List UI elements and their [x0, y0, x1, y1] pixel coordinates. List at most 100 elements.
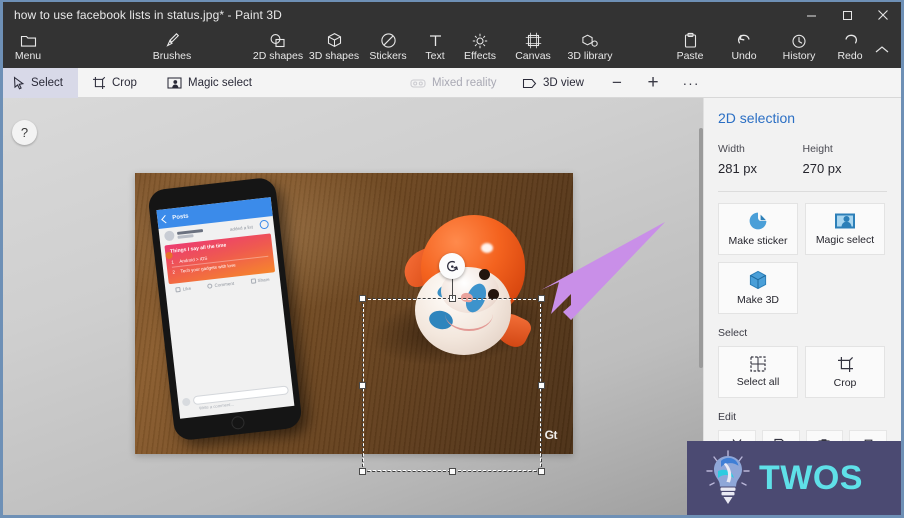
magic-select-button[interactable]: Magic select: [805, 203, 885, 255]
comment-action: Comment: [207, 281, 234, 289]
resize-handle-middle-left[interactable]: [359, 381, 366, 389]
3d-shapes-icon: [326, 31, 343, 50]
close-button[interactable]: [865, 2, 901, 28]
tool-magic-select[interactable]: Magic select: [158, 68, 263, 98]
magic-select-icon: [834, 212, 856, 230]
title-bar: how to use facebook lists in status.jpg*…: [3, 2, 901, 28]
watermark-text: TWOS: [759, 459, 863, 497]
tool-select[interactable]: Select: [3, 68, 78, 98]
window-title: how to use facebook lists in status.jpg*…: [14, 8, 282, 22]
cube-icon: [748, 270, 768, 290]
toy-eye: [479, 269, 490, 280]
ribbon-stickers-label: Stickers: [369, 50, 407, 62]
select-all-label: Select all: [736, 376, 780, 388]
3d-library-icon: [581, 31, 599, 50]
back-arrow-icon: [161, 214, 170, 223]
selection-marquee[interactable]: [359, 253, 545, 475]
ribbon-text[interactable]: Text: [415, 28, 455, 68]
maximize-button[interactable]: [829, 2, 865, 28]
rotate-handle-button[interactable]: [439, 253, 465, 279]
post-timestamp: [177, 234, 194, 239]
height-value[interactable]: 270 px: [803, 161, 888, 176]
main-ribbon: Menu Brushes 2D shapes 3D shapes Sticker…: [3, 28, 901, 68]
make-3d-label: Make 3D: [736, 294, 779, 306]
chevron-up-icon[interactable]: [871, 40, 893, 58]
canvas-workspace[interactable]: ? Posts added a list Things I say all th…: [3, 98, 709, 515]
more-options-button[interactable]: ···: [675, 68, 707, 98]
help-button[interactable]: ?: [12, 120, 37, 145]
crop-icon: [92, 76, 106, 90]
ribbon-3d-shapes[interactable]: 3D shapes: [305, 28, 363, 68]
ribbon-paste-label: Paste: [676, 50, 704, 62]
select-buttons: Select all Crop: [718, 346, 887, 398]
width-value[interactable]: 281 px: [718, 161, 803, 176]
ribbon-effects-label: Effects: [464, 50, 496, 62]
stickers-icon: [380, 31, 397, 50]
ribbon-history[interactable]: History: [773, 28, 825, 68]
height-label: Height: [802, 143, 833, 155]
minimize-button[interactable]: [793, 2, 829, 28]
canvas-icon: [525, 31, 542, 50]
tool-crop-label: Crop: [112, 77, 137, 89]
magic-select-icon: [167, 76, 182, 90]
resize-handle-middle-right[interactable]: [538, 381, 545, 389]
crop-label: Crop: [833, 376, 857, 389]
ribbon-brushes[interactable]: Brushes: [148, 28, 196, 68]
paste-icon: [683, 31, 698, 50]
image-watermark: Gt: [544, 428, 558, 442]
make-3d-button[interactable]: Make 3D: [718, 262, 798, 314]
cursor-select-icon: [12, 76, 25, 90]
ribbon-2d-shapes[interactable]: 2D shapes: [249, 28, 307, 68]
undo-icon: [736, 31, 753, 50]
ribbon-undo[interactable]: Undo: [721, 28, 767, 68]
avatar: [163, 230, 175, 242]
text-icon: [428, 31, 443, 50]
tool-3d-view[interactable]: 3D view: [513, 68, 593, 98]
ribbon-text-label: Text: [425, 50, 445, 62]
paint3d-window: how to use facebook lists in status.jpg*…: [0, 0, 904, 518]
make-sticker-button[interactable]: Make sticker: [718, 203, 798, 255]
ribbon-brushes-label: Brushes: [152, 50, 192, 62]
zoom-in-button[interactable]: +: [637, 68, 669, 98]
resize-handle-bottom-center[interactable]: [448, 468, 456, 475]
tool-crop[interactable]: Crop: [83, 68, 151, 98]
thumbs-up-icon: [175, 286, 182, 293]
ribbon-menu-label: Menu: [14, 50, 42, 62]
rotate-handle-stem: [452, 277, 453, 299]
resize-handle-top-left[interactable]: [359, 295, 366, 302]
width-field: Width 281 px: [718, 143, 803, 176]
site-watermark: TWOS: [687, 441, 901, 515]
ribbon-redo[interactable]: Redo: [827, 28, 873, 68]
ribbon-3d-library[interactable]: 3D library: [560, 28, 620, 68]
crop-button[interactable]: Crop: [805, 346, 885, 398]
tool-select-label: Select: [31, 77, 63, 89]
resize-handle-bottom-left[interactable]: [359, 468, 366, 475]
ribbon-paste[interactable]: Paste: [667, 28, 713, 68]
tool-mixed-reality-label: Mixed reality: [432, 77, 497, 89]
select-all-button[interactable]: Select all: [718, 346, 798, 398]
ribbon-3d-shapes-label: 3D shapes: [308, 50, 360, 62]
magic-select-label: Magic select: [815, 234, 875, 246]
facebook-screen-title: Posts: [172, 213, 189, 221]
comment-bar: Write a comment...: [181, 384, 290, 411]
resize-handle-bottom-right[interactable]: [538, 468, 545, 475]
brush-icon: [164, 31, 180, 50]
edit-section-label: Edit: [718, 411, 737, 423]
post-action-text: added a list: [229, 223, 254, 232]
share-action: Share: [250, 277, 270, 284]
tool-mixed-reality[interactable]: Mixed reality: [401, 68, 509, 98]
tool-subtoolbar: Select Crop Magic select Mixed reality 3: [3, 68, 901, 98]
window-controls: [793, 2, 901, 28]
tool-magic-select-label: Magic select: [188, 77, 252, 89]
comment-icon: [207, 283, 213, 289]
2d-shapes-icon: [269, 31, 287, 50]
redo-icon: [842, 31, 859, 50]
comment-avatar: [181, 397, 191, 406]
phone-screen: Posts added a list Things I say all the: [156, 197, 295, 419]
ribbon-canvas[interactable]: Canvas: [508, 28, 558, 68]
ribbon-menu[interactable]: Menu: [7, 28, 49, 68]
ribbon-effects[interactable]: Effects: [455, 28, 505, 68]
height-field: Height 270 px: [803, 143, 888, 176]
ribbon-stickers[interactable]: Stickers: [361, 28, 415, 68]
zoom-out-button[interactable]: −: [601, 68, 633, 98]
